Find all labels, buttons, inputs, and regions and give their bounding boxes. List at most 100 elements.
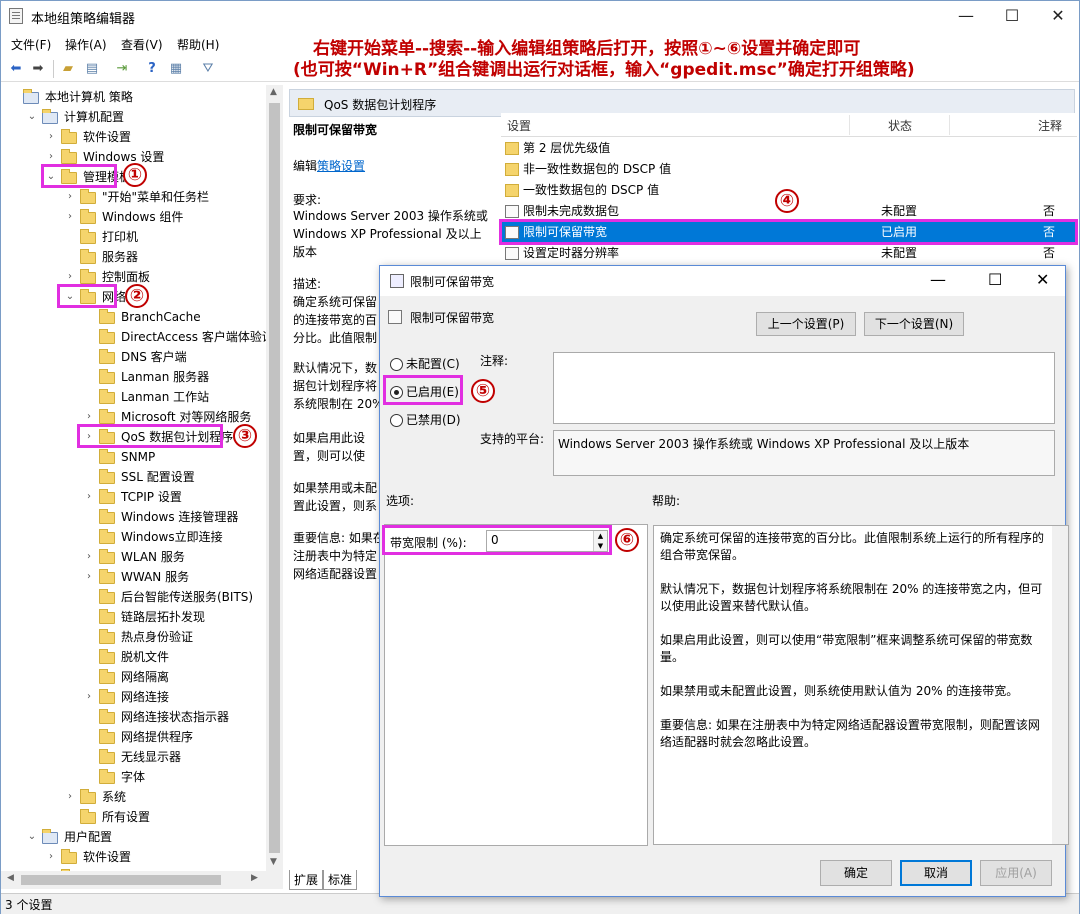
scroll-right-icon[interactable]: ▶	[251, 873, 258, 883]
menu-file[interactable]: 文件(F)	[11, 36, 51, 53]
desc-text: 确定系统可保留的连接带宽的百分比。此值限制系统上运行的所有程序的组合带宽保留。	[293, 295, 378, 345]
menu-view[interactable]: 查看(V)	[121, 36, 163, 53]
tree-node[interactable]: Lanman 服务器	[1, 367, 266, 387]
col-setting[interactable]: 设置	[507, 117, 531, 134]
tree-node[interactable]: Windows 连接管理器	[1, 507, 266, 527]
tab-extended[interactable]: 扩展	[289, 870, 324, 890]
tree-node[interactable]: 服务器	[1, 247, 266, 267]
tree-hscroll-thumb[interactable]	[21, 875, 221, 885]
tree-hscrollbar[interactable]: ◀ ▶	[1, 871, 283, 889]
maximize-button[interactable]: ☐	[989, 1, 1035, 31]
ok-button[interactable]: 确定	[820, 860, 892, 886]
desc-label: 描述:	[293, 277, 322, 291]
show-tree-icon[interactable]: ▤	[83, 60, 101, 78]
tree-node[interactable]: 字体	[1, 767, 266, 787]
expand-icon[interactable]: ›	[83, 567, 95, 587]
folder-icon	[99, 329, 115, 344]
tree-node[interactable]: 链路层拓扑发现	[1, 607, 266, 627]
menu-help[interactable]: 帮助(H)	[177, 36, 219, 53]
folder-icon	[80, 229, 96, 244]
help-icon[interactable]: ?	[143, 60, 161, 78]
tree-node[interactable]: › 软件设置	[1, 847, 266, 867]
folder-icon	[298, 98, 314, 110]
row-note: 否	[1043, 246, 1056, 260]
desc-p3: 如果启用此设置，则可以使用“带宽限制”框来调整系统可保留的带宽数量。	[293, 431, 366, 463]
expand-icon[interactable]: ›	[64, 787, 76, 807]
list-item[interactable]: 第 2 层优先级值	[501, 138, 1077, 159]
apply-button[interactable]: 应用(A)	[980, 860, 1052, 886]
export-icon[interactable]: ⇥	[113, 60, 131, 78]
tree-scroll-thumb[interactable]	[269, 103, 280, 853]
tree-node[interactable]: 热点身份验证	[1, 627, 266, 647]
list-item[interactable]: 设置定时器分辨率 未配置 否	[501, 243, 1077, 264]
expand-icon[interactable]: ›	[45, 847, 57, 867]
properties-icon[interactable]: ▦	[167, 60, 185, 78]
tree-node[interactable]: 本地计算机 策略	[1, 87, 266, 107]
tree-node-label: SNMP	[121, 450, 156, 464]
expand-icon[interactable]: ›	[83, 487, 95, 507]
prev-setting-button[interactable]: 上一个设置(P)	[756, 312, 856, 336]
tree-node[interactable]: DirectAccess 客户端体验设置	[1, 327, 282, 347]
minimize-button[interactable]: —	[943, 1, 989, 31]
tree-node[interactable]: BranchCache	[1, 307, 266, 327]
tree-node-label: Lanman 服务器	[121, 370, 210, 384]
tree-node[interactable]: 网络连接状态指示器	[1, 707, 266, 727]
tree-node[interactable]: 无线显示器	[1, 747, 266, 767]
tree-node[interactable]: › 系统	[1, 787, 266, 807]
tree-node[interactable]: 脱机文件	[1, 647, 266, 667]
tree-node[interactable]: 所有设置	[1, 807, 266, 827]
note-textarea[interactable]	[553, 352, 1055, 424]
dialog-maximize-button[interactable]: ☐	[988, 270, 1002, 289]
expand-icon[interactable]: ›	[64, 187, 76, 207]
cancel-button[interactable]: 取消	[900, 860, 972, 886]
tree-node[interactable]: 后台智能传送服务(BITS)	[1, 587, 266, 607]
tree-node[interactable]: 打印机	[1, 227, 266, 247]
close-button[interactable]: ✕	[1035, 1, 1080, 31]
tree-node[interactable]: DNS 客户端	[1, 347, 266, 367]
tree-node[interactable]: › Windows 组件	[1, 207, 266, 227]
expand-icon[interactable]: ›	[64, 207, 76, 227]
up-folder-icon[interactable]: ▰	[59, 60, 77, 78]
edit-policy-link[interactable]: 策略设置	[317, 159, 365, 173]
forward-icon[interactable]: ➡	[29, 60, 47, 78]
tree-node[interactable]: › 网络连接	[1, 687, 266, 707]
scroll-left-icon[interactable]: ◀	[7, 873, 14, 883]
help-scrollbar[interactable]	[1052, 526, 1068, 844]
col-state[interactable]: 状态	[888, 117, 912, 134]
expand-icon[interactable]: ›	[83, 687, 95, 707]
tree-node[interactable]: › 软件设置	[1, 127, 266, 147]
collapse-icon[interactable]: ⌄	[26, 107, 38, 127]
tree-node[interactable]: Lanman 工作站	[1, 387, 266, 407]
dialog-minimize-button[interactable]: —	[930, 270, 946, 289]
tab-standard[interactable]: 标准	[323, 870, 358, 890]
tree-node[interactable]: 网络隔离	[1, 667, 266, 687]
filter-icon[interactable]: ⛛	[199, 60, 217, 78]
expand-icon[interactable]: ›	[45, 127, 57, 147]
back-icon[interactable]: ⬅	[7, 60, 25, 78]
tree-node[interactable]: › WWAN 服务	[1, 567, 266, 587]
tree-node[interactable]: › TCPIP 设置	[1, 487, 266, 507]
radio-unconfigured[interactable]	[390, 358, 403, 371]
list-item[interactable]: 非一致性数据包的 DSCP 值	[501, 159, 1077, 180]
tree-node-label: 字体	[121, 770, 146, 784]
next-setting-button[interactable]: 下一个设置(N)	[864, 312, 964, 336]
tree-node[interactable]: ⌄ 用户配置	[1, 827, 266, 847]
expand-icon[interactable]: ›	[83, 547, 95, 567]
menu-action[interactable]: 操作(A)	[65, 36, 107, 53]
dialog-close-button[interactable]: ✕	[1036, 270, 1049, 289]
radio-disabled[interactable]	[390, 414, 403, 427]
tree-node[interactable]: SSL 配置设置	[1, 467, 266, 487]
tree-node[interactable]: ⌄ 计算机配置	[1, 107, 266, 127]
tree-node[interactable]: Windows立即连接	[1, 527, 266, 547]
col-note[interactable]: 注释	[1038, 117, 1062, 134]
marker-3: ③	[233, 424, 257, 448]
tree-scrollbar[interactable]: ▲ ▼	[266, 85, 283, 871]
col-divider	[949, 115, 950, 135]
scroll-up-icon[interactable]: ▲	[270, 87, 277, 97]
collapse-icon[interactable]: ⌄	[26, 827, 38, 847]
scroll-down-icon[interactable]: ▼	[270, 857, 277, 867]
tree-node[interactable]: › "开始"菜单和任务栏	[1, 187, 266, 207]
tree-node[interactable]: › WLAN 服务	[1, 547, 266, 567]
tree-node[interactable]: 网络提供程序	[1, 727, 266, 747]
tree-node[interactable]: SNMP	[1, 447, 266, 467]
